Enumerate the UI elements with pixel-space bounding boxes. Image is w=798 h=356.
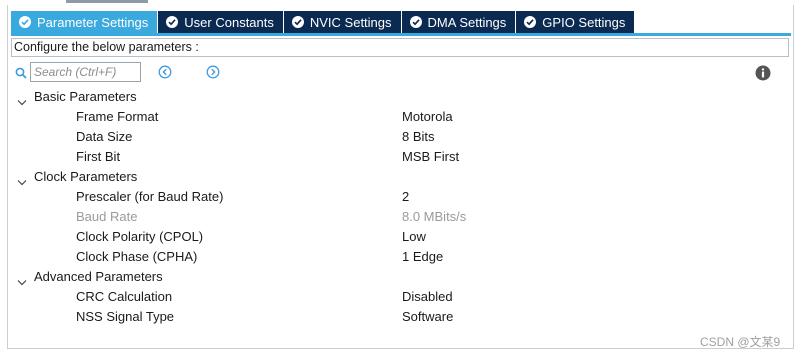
circle-chevron-left-icon[interactable] bbox=[158, 65, 172, 79]
info-icon[interactable] bbox=[755, 65, 771, 84]
tab-bar: Parameter Settings User Constants NVIC S… bbox=[11, 11, 636, 33]
param-label: CRC Calculation bbox=[76, 289, 173, 304]
param-row-data-size[interactable]: Data Size 8 Bits bbox=[11, 127, 786, 147]
param-value[interactable]: 2 bbox=[402, 187, 409, 207]
check-circle-icon bbox=[291, 16, 304, 28]
param-row-nss-signal-type[interactable]: NSS Signal Type Software bbox=[11, 307, 786, 327]
param-value[interactable]: Motorola bbox=[402, 107, 453, 127]
param-row-frame-format[interactable]: Frame Format Motorola bbox=[11, 107, 786, 127]
group-clock-parameters[interactable]: Clock Parameters bbox=[11, 167, 786, 187]
param-value[interactable]: Disabled bbox=[402, 287, 453, 307]
tab-label: GPIO Settings bbox=[542, 14, 626, 30]
param-label: Data Size bbox=[76, 129, 133, 144]
search-input[interactable] bbox=[30, 62, 141, 82]
param-value[interactable]: Software bbox=[402, 307, 453, 327]
param-label: Clock Polarity (CPOL) bbox=[76, 229, 204, 244]
param-row-crc-calculation[interactable]: CRC Calculation Disabled bbox=[11, 287, 786, 307]
watermark: CSDN @文某9 bbox=[700, 335, 781, 349]
group-label: Advanced Parameters bbox=[34, 269, 163, 284]
group-label: Basic Parameters bbox=[34, 89, 137, 104]
param-value[interactable]: Low bbox=[402, 227, 426, 247]
window-top-stub bbox=[66, 0, 148, 3]
configure-caption: Configure the below parameters : bbox=[11, 38, 789, 57]
param-label: Baud Rate bbox=[76, 209, 138, 224]
tab-label: Parameter Settings bbox=[37, 14, 149, 30]
param-label: Prescaler (for Baud Rate) bbox=[76, 189, 224, 204]
tab-user-constants[interactable]: User Constants bbox=[158, 11, 284, 33]
check-circle-icon bbox=[524, 16, 537, 28]
tab-label: DMA Settings bbox=[427, 14, 507, 30]
tab-parameter-settings[interactable]: Parameter Settings bbox=[11, 11, 159, 33]
tab-dma-settings[interactable]: DMA Settings bbox=[401, 11, 517, 33]
tab-nvic-settings[interactable]: NVIC Settings bbox=[283, 11, 402, 33]
param-label: NSS Signal Type bbox=[76, 309, 175, 324]
group-basic-parameters[interactable]: Basic Parameters bbox=[11, 87, 786, 107]
param-row-clock-phase[interactable]: Clock Phase (CPHA) 1 Edge bbox=[11, 247, 786, 267]
group-label: Clock Parameters bbox=[34, 169, 138, 184]
group-advanced-parameters[interactable]: Advanced Parameters bbox=[11, 267, 786, 287]
param-value[interactable]: MSB First bbox=[402, 147, 459, 167]
param-row-first-bit[interactable]: First Bit MSB First bbox=[11, 147, 786, 167]
param-label: Clock Phase (CPHA) bbox=[76, 249, 198, 264]
param-row-clock-polarity[interactable]: Clock Polarity (CPOL) Low bbox=[11, 227, 786, 247]
circle-chevron-right-icon[interactable] bbox=[206, 65, 220, 79]
check-circle-icon bbox=[409, 16, 422, 28]
tab-label: NVIC Settings bbox=[309, 14, 392, 30]
search-toolbar bbox=[14, 62, 786, 84]
param-value[interactable]: 8 Bits bbox=[402, 127, 435, 147]
check-circle-icon bbox=[19, 16, 31, 28]
param-row-prescaler[interactable]: Prescaler (for Baud Rate) 2 bbox=[11, 187, 786, 207]
param-value: 8.0 MBits/s bbox=[402, 209, 467, 224]
tab-underline bbox=[11, 33, 791, 36]
check-circle-icon bbox=[166, 16, 179, 28]
tab-gpio-settings[interactable]: GPIO Settings bbox=[516, 11, 636, 33]
param-row-baud-rate: Baud Rate 8.0 MBits/s bbox=[11, 207, 786, 227]
search-icon bbox=[15, 67, 27, 82]
param-value[interactable]: 1 Edge bbox=[402, 247, 443, 267]
tab-label: User Constants bbox=[184, 14, 274, 30]
param-label: Frame Format bbox=[76, 109, 159, 124]
parameter-tree: Basic Parameters Frame Format Motorola D… bbox=[11, 87, 786, 327]
param-label: First Bit bbox=[76, 149, 121, 164]
